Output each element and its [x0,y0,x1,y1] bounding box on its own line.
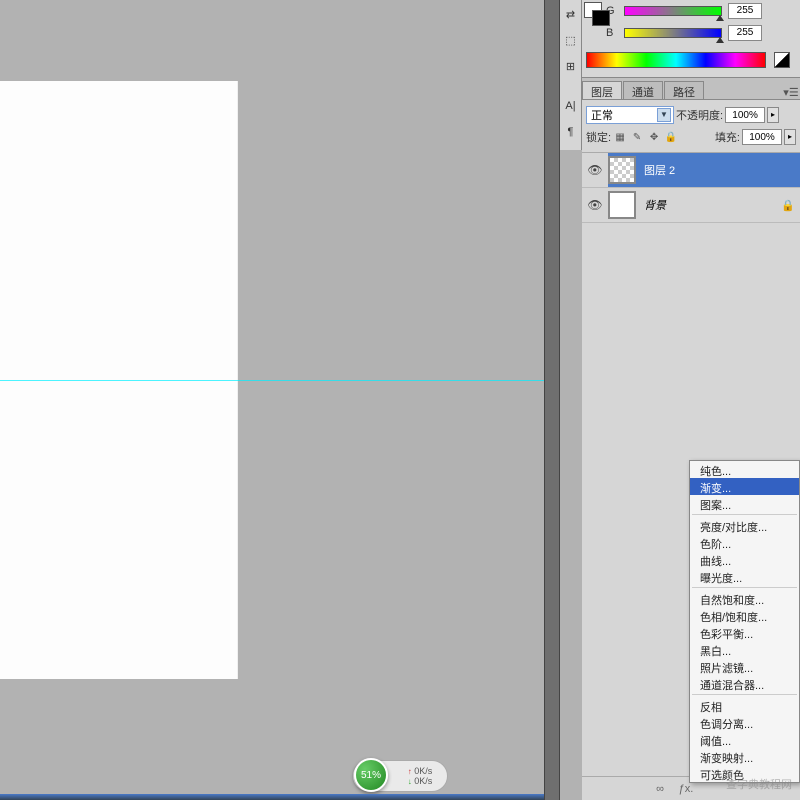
slider-handle-icon[interactable] [716,37,724,43]
lock-transparency-icon[interactable]: ▦ [613,130,627,144]
layer-name[interactable]: 图层 2 [644,162,800,178]
tab-layers[interactable]: 图层 [582,81,622,99]
layer-thumbnail[interactable] [608,191,636,219]
menu-photo-filter[interactable]: 照片滤镜... [690,658,799,675]
menu-gradient-map[interactable]: 渐变映射... [690,748,799,765]
menu-brightness[interactable]: 亮度/对比度... [690,517,799,534]
layer-name[interactable]: 背景 [644,197,776,213]
upload-speed: 0K/s [414,766,432,776]
menu-pattern[interactable]: 图案... [690,495,799,512]
menu-posterize[interactable]: 色调分离... [690,714,799,731]
menu-exposure[interactable]: 曝光度... [690,568,799,585]
lock-all-icon[interactable]: 🔒 [664,130,678,144]
lock-position-icon[interactable]: ✥ [647,130,661,144]
menu-color-balance[interactable]: 色彩平衡... [690,624,799,641]
tab-channels[interactable]: 通道 [623,81,663,99]
menu-channel-mixer[interactable]: 通道混合器... [690,675,799,692]
opacity-input[interactable]: 100% [725,107,765,123]
panel-menu-icon[interactable]: ▾☰ [782,86,800,99]
layer-list: 👁 图层 2 👁 背景 🔒 [582,153,800,223]
menu-vibrance[interactable]: 自然饱和度... [690,590,799,607]
tab-paths[interactable]: 路径 [664,81,704,99]
panel-divider [544,0,560,800]
visibility-eye-icon[interactable]: 👁 [582,153,608,187]
separator [562,83,580,89]
menu-separator [692,694,797,695]
layer-row-background[interactable]: 👁 背景 🔒 [582,188,800,223]
paragraph-icon[interactable]: ¶ [562,123,580,141]
layer-thumbnail[interactable] [608,156,636,184]
g-value[interactable]: 255 [728,3,762,19]
b-value[interactable]: 255 [728,25,762,41]
upload-arrow-icon: ↑ [408,767,412,776]
menu-levels[interactable]: 色阶... [690,534,799,551]
b-label: B [606,27,618,39]
fill-input[interactable]: 100% [742,129,782,145]
opacity-flyout-icon[interactable]: ▸ [767,107,779,123]
menu-separator [692,587,797,588]
panel-tab-bar: 图层 通道 路径 ▾☰ [582,78,800,100]
menu-invert[interactable]: 反相 [690,697,799,714]
lock-label: 锁定: [586,129,611,145]
screenmode-icon[interactable]: ⊞ [562,57,580,75]
taskbar [0,794,544,800]
download-arrow-icon: ↓ [408,777,412,786]
download-speed: 0K/s [414,776,432,786]
slider-handle-icon[interactable] [716,15,724,21]
fill-label: 填充: [715,129,740,145]
spectrum-picker[interactable] [586,52,766,68]
b-slider[interactable] [624,28,722,38]
char-panel-type-icon[interactable]: A| [562,97,580,115]
link-layers-icon[interactable]: ∞ [652,781,668,797]
status-percent: 51% [361,770,381,781]
fill-flyout-icon[interactable]: ▸ [784,129,796,145]
tool-palette: ⇄ ⬚ ⊞ A| ¶ [560,0,582,150]
visibility-eye-icon[interactable]: 👁 [582,198,608,212]
layer-row-layer2[interactable]: 👁 图层 2 [582,153,800,188]
lock-pixels-icon[interactable]: ✎ [630,130,644,144]
layers-controls: 正常 ▼ 不透明度: 100% ▸ 锁定: ▦ ✎ ✥ 🔒 填充: 100% ▸ [582,100,800,153]
blend-mode-select[interactable]: 正常 ▼ [586,106,674,124]
g-slider[interactable] [624,6,722,16]
menu-gradient[interactable]: 渐变... [690,478,799,495]
horizontal-guide[interactable] [0,380,544,381]
menu-bw[interactable]: 黑白... [690,641,799,658]
swap-icon[interactable]: ⇄ [562,5,580,23]
canvas-workspace [0,0,544,800]
menu-threshold[interactable]: 阈值... [690,731,799,748]
status-percent-badge[interactable]: 51% [354,758,388,792]
menu-separator [692,514,797,515]
opacity-label: 不透明度: [676,107,723,123]
bw-picker[interactable] [774,52,790,68]
color-panel: G 255 B 255 [582,0,800,78]
menu-solid-color[interactable]: 纯色... [690,461,799,478]
blend-mode-value: 正常 [591,107,613,123]
watermark-text: 查字典教程网 [726,776,792,792]
menu-curves[interactable]: 曲线... [690,551,799,568]
menu-hue[interactable]: 色相/饱和度... [690,607,799,624]
background-swatch[interactable] [592,10,610,26]
lock-icon[interactable]: 🔒 [776,199,800,212]
quickmask-icon[interactable]: ⬚ [562,31,580,49]
adjustment-layer-menu: 纯色... 渐变... 图案... 亮度/对比度... 色阶... 曲线... … [689,460,800,783]
chevron-down-icon: ▼ [657,108,671,122]
